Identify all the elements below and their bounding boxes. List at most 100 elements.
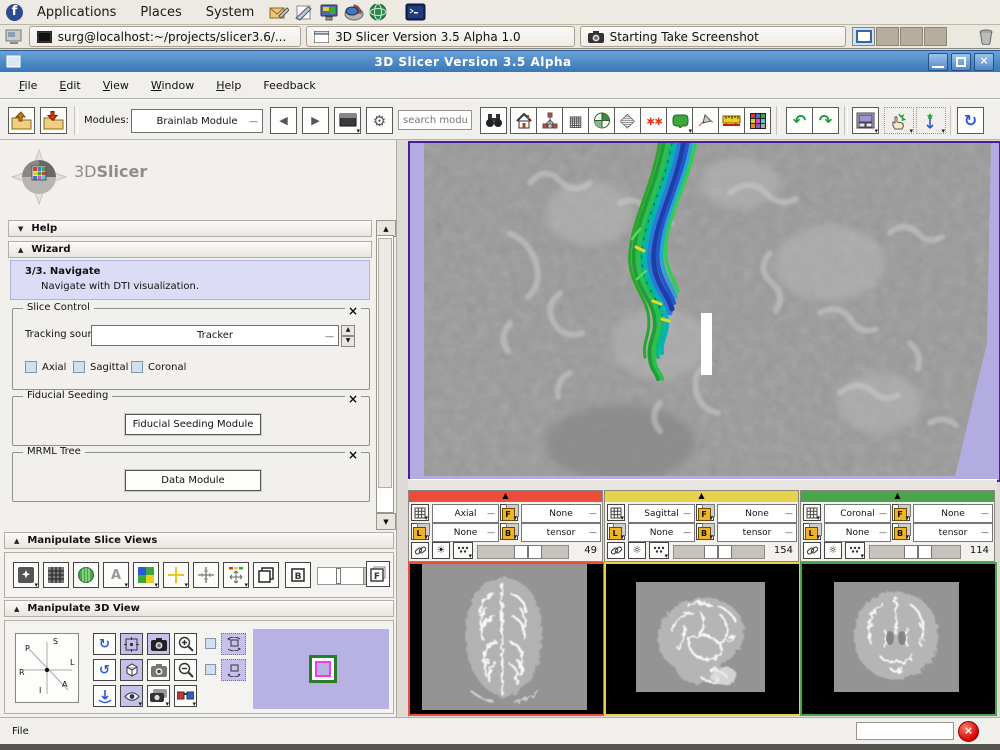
- home-button[interactable]: [510, 107, 537, 134]
- axial-labelmap-combobox[interactable]: None—: [432, 523, 499, 542]
- coronal-slice-link-grid-button[interactable]: ▾: [803, 504, 821, 521]
- axial-slice-link-grid-button[interactable]: ▾: [411, 504, 429, 521]
- slider-handle[interactable]: [718, 545, 732, 559]
- axial-foreground-button[interactable]: F▾: [500, 504, 518, 521]
- search-modules-input[interactable]: [398, 110, 472, 130]
- module-history-button[interactable]: ▾: [334, 107, 361, 134]
- sagittal-labelmap-button[interactable]: L▾: [607, 523, 625, 540]
- save-scene-button[interactable]: [40, 107, 67, 134]
- coronal-foreground-combobox[interactable]: None—: [913, 504, 993, 523]
- rotate-view-button[interactable]: ↻: [93, 633, 116, 655]
- workspace-4[interactable]: [924, 27, 947, 46]
- zoom-out-button[interactable]: [174, 659, 197, 681]
- view-3d[interactable]: [408, 141, 1000, 482]
- refresh-views-button[interactable]: ↻: [957, 107, 984, 134]
- coronal-slice-slider[interactable]: [869, 545, 961, 559]
- volumes-module-button[interactable]: ▦: [562, 107, 589, 134]
- coronal-slice-view[interactable]: [800, 562, 997, 716]
- sagittal-foreground-button[interactable]: F▾: [696, 504, 714, 521]
- taskbar-item-terminal[interactable]: surg@localhost:~/projects/slicer3.6/...: [29, 26, 301, 47]
- fiducial-seeding-module-button[interactable]: Fiducial Seeding Module: [125, 414, 261, 435]
- sagittal-labelmap-combobox[interactable]: None—: [628, 523, 695, 542]
- menu-feedback[interactable]: Feedback: [252, 76, 326, 95]
- axial-checkbox[interactable]: [25, 361, 37, 373]
- rock-mode-button[interactable]: [221, 659, 246, 681]
- search-button[interactable]: [480, 107, 507, 134]
- record-button[interactable]: [147, 659, 170, 681]
- taskbar-item-slicer[interactable]: 3D Slicer Version 3.5 Alpha 1.0: [306, 26, 575, 47]
- axial-labelmap-button[interactable]: L▾: [411, 523, 429, 540]
- axial-foreground-combobox[interactable]: None—: [521, 504, 601, 523]
- axial-background-button[interactable]: B▾: [500, 523, 518, 540]
- navigation-zoom-box[interactable]: [315, 661, 331, 677]
- redo-button[interactable]: ↷: [812, 107, 839, 134]
- sagittal-orientation-combobox[interactable]: Sagittal—: [628, 504, 695, 523]
- coronal-orientation-combobox[interactable]: Coronal—: [824, 504, 891, 523]
- slice-model-visibility-button[interactable]: [73, 562, 99, 588]
- coronal-labelmap-combobox[interactable]: None—: [824, 523, 891, 542]
- coronal-controller-bar[interactable]: ▲: [801, 491, 994, 502]
- fedora-logo-icon[interactable]: f: [6, 4, 23, 21]
- axial-orientation-combobox[interactable]: Axial—: [432, 504, 499, 523]
- stereo-button[interactable]: ▾: [174, 685, 197, 707]
- menu-edit[interactable]: Edit: [48, 76, 91, 95]
- compose-launcher-icon[interactable]: [293, 2, 314, 22]
- axial-visibility-button[interactable]: ☀: [432, 542, 450, 559]
- sagittal-checkbox[interactable]: [73, 361, 85, 373]
- manipulate-slice-views-header[interactable]: ▲ Manipulate Slice Views: [4, 532, 394, 549]
- sagittal-link-button[interactable]: [607, 542, 625, 559]
- mouse-pick-mode-button[interactable]: ▾: [884, 107, 914, 134]
- sagittal-slice-slider[interactable]: [673, 545, 765, 559]
- slider-handle[interactable]: [918, 545, 932, 559]
- scrollbar-track[interactable]: [376, 235, 394, 513]
- coronal-visibility-button[interactable]: ☼: [824, 542, 842, 559]
- sagittal-slice-link-grid-button[interactable]: ▾: [607, 504, 625, 521]
- fiducials-module-button[interactable]: ∗∗: [640, 107, 667, 134]
- toggle-foreground-button[interactable]: [253, 562, 279, 588]
- axial-link-button[interactable]: [411, 542, 429, 559]
- slice-control-close-icon[interactable]: ×: [345, 305, 361, 317]
- transforms-module-button[interactable]: ▨: [614, 107, 641, 134]
- taskbar-item-screenshot[interactable]: Starting Take Screenshot: [580, 26, 847, 47]
- minimize-button[interactable]: [928, 53, 948, 71]
- menu-view[interactable]: View: [92, 76, 140, 95]
- slider-handle[interactable]: [904, 545, 918, 559]
- spin-checkbox[interactable]: [205, 638, 216, 649]
- manipulate-3d-view-header[interactable]: ▲ Manipulate 3D View: [4, 600, 394, 617]
- sagittal-fit-button[interactable]: ▾: [649, 542, 669, 559]
- terminal-launcher-icon[interactable]: [405, 2, 426, 22]
- view-splitter[interactable]: ▼ ▲: [408, 479, 997, 490]
- workspace-switcher[interactable]: [851, 27, 947, 46]
- menu-file[interactable]: File: [8, 76, 48, 95]
- coronal-background-combobox[interactable]: tensor—: [913, 523, 993, 542]
- mrml-tree-close-icon[interactable]: ×: [345, 449, 361, 461]
- slice-compositing-button[interactable]: ▾: [133, 562, 159, 588]
- module-forward-button[interactable]: ▶: [302, 107, 329, 134]
- display-settings-launcher-icon[interactable]: [318, 2, 339, 22]
- axial-background-combobox[interactable]: tensor—: [521, 523, 601, 542]
- sagittal-visibility-button[interactable]: ☼: [628, 542, 646, 559]
- module-config-button[interactable]: ⚙: [366, 107, 393, 134]
- workspace-1[interactable]: [852, 27, 875, 46]
- email-launcher-icon[interactable]: [268, 2, 289, 22]
- fade-slider-tick[interactable]: [336, 568, 341, 584]
- coronal-checkbox[interactable]: [131, 361, 143, 373]
- colors-module-button[interactable]: [744, 107, 771, 134]
- sagittal-controller-bar[interactable]: ▲: [605, 491, 798, 502]
- data-module-button-panel[interactable]: Data Module: [125, 470, 261, 491]
- axial-slice-slider[interactable]: [477, 545, 569, 559]
- workspace-2[interactable]: [876, 27, 899, 46]
- sagittal-slice-view[interactable]: [604, 562, 801, 716]
- models-module-button[interactable]: [588, 107, 615, 134]
- slice-grid-button[interactable]: [43, 562, 69, 588]
- menu-places[interactable]: Places: [130, 3, 191, 22]
- scrollbar-thumb[interactable]: [378, 238, 392, 488]
- error-log-button[interactable]: ×: [958, 721, 979, 742]
- menu-applications[interactable]: Applications: [27, 3, 126, 22]
- coronal-labelmap-button[interactable]: L▾: [803, 523, 821, 540]
- scrollbar-down-button[interactable]: ▼: [376, 513, 396, 530]
- module-back-button[interactable]: ◀: [270, 107, 297, 134]
- coronal-background-button[interactable]: B▾: [892, 523, 910, 540]
- tracking-source-combobox[interactable]: Tracker —: [91, 325, 339, 346]
- chart-launcher-icon[interactable]: [343, 2, 364, 22]
